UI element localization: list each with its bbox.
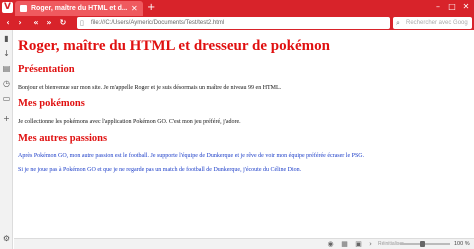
camera-icon[interactable]: ◉	[326, 239, 335, 249]
url-input[interactable]: ▯ file:///C:/Users/Aymeric/Documents/Tes…	[77, 17, 390, 29]
tab-close-icon[interactable]: ✕	[131, 3, 138, 14]
code-icon[interactable]: ›	[366, 239, 375, 249]
search-input[interactable]: ⌕ Rechercher avec Goog	[393, 17, 472, 29]
search-placeholder: Rechercher avec Goog	[406, 20, 468, 26]
maximize-icon[interactable]: □	[446, 1, 458, 13]
page-content: Roger, maître du HTML et dresseur de pok…	[14, 30, 474, 238]
fast-forward-icon[interactable]: »	[44, 16, 54, 30]
paragraph: Je collectionne les pokémons avec l'appl…	[18, 119, 241, 125]
minimize-icon[interactable]: –	[432, 1, 444, 13]
zoom-slider-handle[interactable]	[420, 241, 425, 247]
tile-icon[interactable]: ▦	[340, 239, 349, 249]
paragraph: Bonjour et bienvenue sur mon site. Je m'…	[18, 85, 282, 91]
tab-active[interactable]: Roger, maître du HTML et d... ✕	[15, 1, 143, 16]
section-heading: Mes pokémons	[18, 98, 85, 109]
close-window-icon[interactable]: ✕	[460, 1, 472, 13]
url-text: file:///C:/Users/Aymeric/Documents/Test/…	[91, 20, 225, 26]
history-icon[interactable]: ◷	[2, 79, 11, 88]
notes-icon[interactable]: ▤	[2, 64, 11, 73]
new-tab-icon[interactable]: +	[147, 2, 155, 14]
status-bar: ◉ ▦ ▣ › Réinitialiser 100 %	[14, 238, 474, 249]
title-bar: V Roger, maître du HTML et d... ✕ + – □ …	[0, 0, 474, 16]
section-heading: Présentation	[18, 64, 75, 75]
paragraph: Après Pokémon GO, mon autre passion est …	[18, 153, 365, 159]
back-icon[interactable]: ‹	[3, 16, 13, 30]
search-icon: ⌕	[396, 19, 400, 27]
vivaldi-menu-icon[interactable]: V	[2, 2, 13, 13]
address-toolbar: ‹ › « » ↻ ▯ file:///C:/Users/Aymeric/Doc…	[0, 16, 474, 30]
side-panel: ▮ ↓ ▤ ◷ ▭ + ⚙	[0, 30, 13, 249]
page-favicon-icon	[20, 5, 27, 12]
image-icon[interactable]: ▣	[354, 239, 363, 249]
section-heading: Mes autres passions	[18, 133, 108, 144]
zoom-level: 100 %	[454, 241, 470, 247]
download-icon[interactable]: ↓	[2, 49, 11, 58]
tab-title: Roger, maître du HTML et d...	[31, 5, 127, 12]
reload-icon[interactable]: ↻	[58, 16, 68, 30]
settings-gear-icon[interactable]: ⚙	[2, 234, 11, 243]
paragraph: Si je ne joue pas à Pokémon GO et que je…	[18, 167, 302, 173]
window-panel-icon[interactable]: ▭	[2, 94, 11, 103]
page-info-icon: ▯	[80, 19, 84, 27]
forward-icon[interactable]: ›	[15, 16, 25, 30]
zoom-slider[interactable]	[400, 241, 450, 247]
bookmark-icon[interactable]: ▮	[2, 34, 11, 43]
page-title: Roger, maître du HTML et dresseur de pok…	[18, 38, 330, 54]
add-panel-icon[interactable]: +	[2, 114, 11, 123]
rewind-icon[interactable]: «	[31, 16, 41, 30]
